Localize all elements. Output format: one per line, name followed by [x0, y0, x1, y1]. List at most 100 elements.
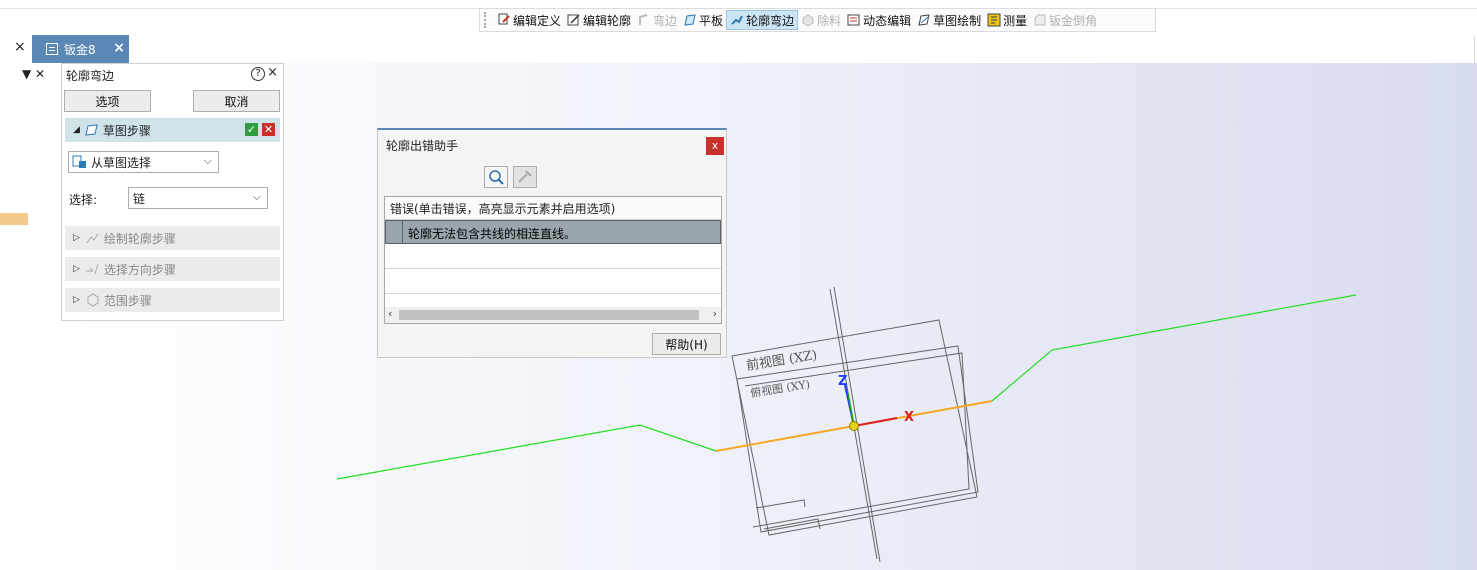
document-tab-bar: × 钣金8 × — [0, 33, 1477, 63]
collapse-triangle-icon: ▷ — [73, 233, 80, 243]
error-message: 轮廓无法包含共线的相连直线。 — [408, 227, 577, 241]
scroll-left-icon[interactable]: ‹ — [388, 307, 392, 320]
range-step[interactable]: ▷ 范围步骤 — [65, 288, 280, 312]
chevron-down-icon: ⌵ — [252, 190, 261, 203]
toolbar-grip[interactable] — [484, 12, 490, 28]
measure-icon — [987, 13, 1001, 27]
horizontal-scrollbar[interactable]: ‹ › — [385, 307, 721, 323]
contour-flange-icon — [731, 15, 743, 25]
sketch-icon — [918, 14, 930, 26]
source-select[interactable]: 从草图选择 ⌵ — [68, 151, 219, 173]
sheetmetal-chamfer-icon — [1034, 14, 1046, 26]
edit-definition-label: 编辑定义 — [513, 13, 562, 28]
left-dock-strip: ▼ ✕ — [0, 63, 60, 570]
sketch-button[interactable]: 草图绘制 — [914, 10, 984, 30]
flat-plate-icon — [684, 14, 696, 26]
dynamic-edit-label: 动态编辑 — [863, 13, 912, 28]
options-button[interactable]: 选项 — [64, 90, 151, 112]
sketch-source-icon — [72, 155, 86, 168]
flange-icon — [639, 14, 648, 25]
repair-tool-icon — [518, 170, 532, 183]
flange-button[interactable]: 弯边 — [634, 10, 680, 30]
contour-flange-panel: 轮廓弯边 ? × 选项 取消 ◢ 草图步骤 ✓ ✕ 从草图选择 ⌵ 选择: 链 … — [61, 63, 284, 321]
zoom-to-error-button[interactable] — [484, 166, 508, 188]
scroll-right-icon[interactable]: › — [713, 307, 717, 320]
origin-point[interactable] — [849, 421, 859, 431]
help-icon[interactable]: ? — [251, 67, 265, 81]
accept-check-icon[interactable]: ✓ — [245, 123, 258, 136]
direction-step-label: 选择方向步骤 — [103, 262, 176, 277]
edit-definition-button[interactable]: 编辑定义 — [494, 10, 564, 30]
command-toolbar: 编辑定义 编辑轮廓 弯边 平板 轮廓弯边 除料 动态编辑 草图绘制 测量 钣金倒… — [479, 8, 1156, 32]
document-tab[interactable]: 钣金8 × — [32, 35, 129, 63]
close-all-tabs-button[interactable]: × — [14, 39, 26, 55]
z-axis-label: Z — [838, 374, 847, 389]
contour-flange-label: 轮廓弯边 — [746, 13, 795, 28]
draw-profile-icon — [86, 233, 99, 244]
error-list-item[interactable]: 轮廓无法包含共线的相连直线。 — [385, 220, 721, 244]
flat-plate-label: 平板 — [699, 13, 724, 28]
reject-x-icon[interactable]: ✕ — [262, 123, 275, 136]
measure-button[interactable]: 测量 — [984, 10, 1030, 30]
edit-definition-icon — [498, 13, 510, 25]
collapse-triangle-icon: ▷ — [73, 295, 80, 305]
range-step-label: 范围步骤 — [103, 293, 152, 308]
sketch-step-icon — [85, 124, 98, 136]
sketch-profile-line-right[interactable] — [991, 294, 1357, 402]
selection-select-value: 链 — [133, 191, 146, 206]
selection-select[interactable]: 链 ⌵ — [128, 187, 268, 209]
document-icon — [46, 43, 58, 55]
collapse-triangle-icon: ▷ — [73, 264, 80, 274]
dialog-close-button[interactable]: x — [706, 137, 724, 155]
document-tab-close-button[interactable]: × — [113, 40, 125, 56]
cut-button[interactable]: 除料 — [798, 10, 844, 30]
document-tab-label: 钣金8 — [64, 42, 96, 57]
fix-error-button[interactable] — [513, 166, 537, 188]
panel-title: 轮廓弯边 — [66, 69, 115, 83]
flange-label: 弯边 — [653, 13, 678, 28]
cancel-button[interactable]: 取消 — [193, 90, 280, 112]
sketch-step-label: 草图步骤 — [102, 123, 151, 138]
source-select-value: 从草图选择 — [91, 155, 152, 170]
sketch-label: 草图绘制 — [933, 13, 982, 28]
error-list-header: 错误(单击错误，高亮显示元素并启用选项) — [385, 197, 721, 220]
sketch-step-header[interactable]: ◢ 草图步骤 ✓ ✕ — [65, 118, 280, 142]
edit-profile-label: 编辑轮廓 — [583, 13, 632, 28]
error-list-empty-row — [385, 269, 721, 294]
x-axis-label: X — [904, 410, 914, 425]
range-icon — [87, 293, 99, 307]
error-list-empty-row — [385, 244, 721, 269]
front-plane-label: 前视图 (XZ) — [745, 347, 818, 374]
edit-profile-button[interactable]: 编辑轮廓 — [564, 10, 634, 30]
y-axis — [847, 392, 855, 427]
panel-close-button[interactable]: × — [267, 65, 278, 80]
help-button[interactable]: 帮助(H) — [652, 333, 721, 355]
dynamic-edit-button[interactable]: 动态编辑 — [844, 10, 914, 30]
magnifier-icon — [489, 170, 504, 185]
sketch-profile-line[interactable] — [336, 424, 717, 480]
collapsed-panel-tab[interactable] — [0, 213, 28, 225]
draw-profile-step[interactable]: ▷ 绘制轮廓步骤 — [65, 226, 280, 250]
profile-error-dialog: 轮廓出错助手 x 错误(单击错误，高亮显示元素并启用选项) 轮廓无法包含共线的相… — [377, 128, 727, 358]
top-plane[interactable] — [736, 345, 979, 533]
draw-profile-step-label: 绘制轮廓步骤 — [103, 231, 176, 246]
viewport-edge — [1474, 36, 1475, 570]
dynamic-edit-icon — [847, 14, 860, 26]
x-axis — [853, 417, 898, 427]
flat-plate-button[interactable]: 平板 — [680, 10, 726, 30]
dialog-title: 轮廓出错助手 — [386, 139, 459, 153]
selection-label: 选择: — [69, 193, 98, 207]
error-list[interactable]: 错误(单击错误，高亮显示元素并启用选项) 轮廓无法包含共线的相连直线。 ‹ › — [384, 196, 722, 324]
cut-icon — [802, 14, 814, 27]
cut-label: 除料 — [817, 13, 842, 28]
edit-profile-icon — [567, 14, 580, 26]
scrollbar-thumb[interactable] — [399, 310, 699, 320]
expand-triangle-icon: ◢ — [73, 125, 80, 135]
contour-flange-button[interactable]: 轮廓弯边 — [726, 10, 799, 30]
direction-step[interactable]: ▷ 选择方向步骤 — [65, 257, 280, 281]
sheetmetal-chamfer-label: 钣金倒角 — [1049, 13, 1098, 28]
direction-icon — [85, 263, 99, 275]
dock-controls[interactable]: ▼ ✕ — [22, 67, 45, 81]
chevron-down-icon: ⌵ — [203, 154, 212, 167]
sheetmetal-chamfer-button[interactable]: 钣金倒角 — [1030, 10, 1100, 30]
